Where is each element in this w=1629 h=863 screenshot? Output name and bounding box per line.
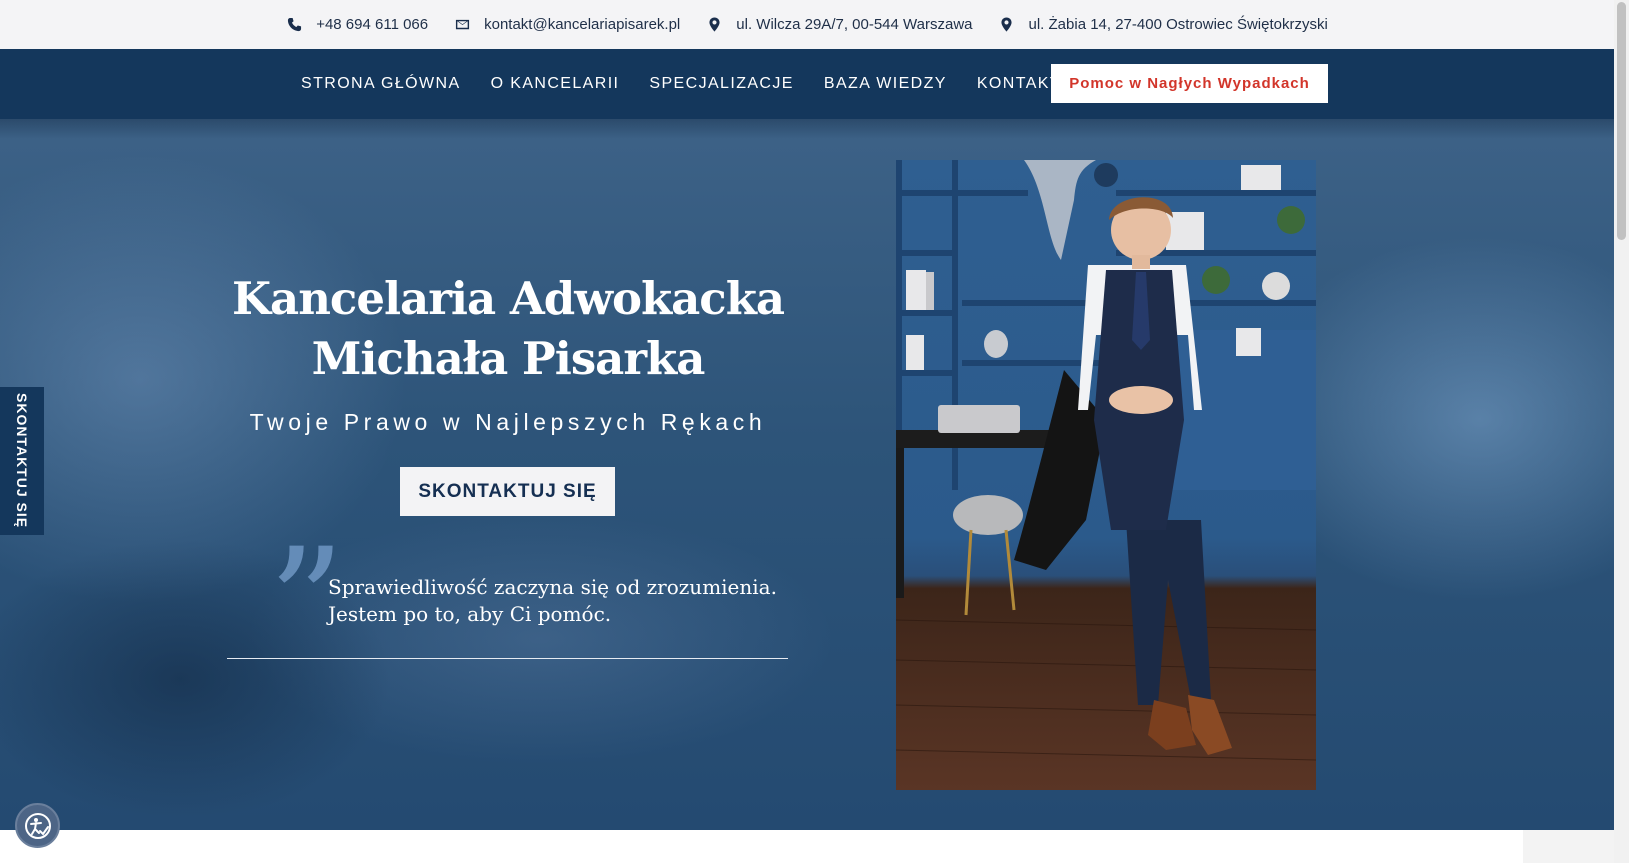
main-navigation: STRONA GŁÓWNA O KANCELARII SPECJALIZACJE… [0,49,1614,119]
quote-line-1: Sprawiedliwość zaczyna się od zrozumieni… [328,575,777,599]
hero-section: Kancelaria Adwokacka Michała Pisarka Two… [0,119,1614,830]
envelope-icon [454,17,470,33]
address-ostrowiec-text: ul. Żabia 14, 27-400 Ostrowiec Świętokrz… [1028,16,1328,33]
nav-links: STRONA GŁÓWNA O KANCELARII SPECJALIZACJE… [301,49,1061,119]
quote-divider [227,658,788,659]
address-warsaw-text: ul. Wilcza 29A/7, 00-544 Warszawa [736,16,973,33]
quote-line-2: Jestem po to, aby Ci pomóc. [328,602,612,626]
map-pin-icon [706,17,722,33]
phone-icon [286,17,302,33]
top-contact-bar: +48 694 611 066 kontakt@kancelariapisare… [0,0,1614,49]
nav-item-about[interactable]: O KANCELARII [491,75,620,93]
phone-text: +48 694 611 066 [316,16,429,33]
nav-item-specializations[interactable]: SPECJALIZACJE [649,75,793,93]
email-text: kontakt@kancelariapisarek.pl [484,16,681,33]
contact-address-warsaw[interactable]: ul. Wilcza 29A/7, 00-544 Warszawa [706,16,973,33]
contact-button[interactable]: SKONTAKTUJ SIĘ [400,467,615,516]
map-pin-icon [999,17,1015,33]
nav-item-contact[interactable]: KONTAKT [977,75,1061,93]
page-scrollbar[interactable] [1614,0,1629,863]
contact-phone[interactable]: +48 694 611 066 [286,16,428,33]
side-contact-tab[interactable]: SKONTAKTUJ SIĘ [0,387,44,535]
nav-item-knowledge-base[interactable]: BAZA WIEDZY [824,75,947,93]
scrollbar-thumb[interactable] [1617,2,1626,240]
lawyer-portrait [896,160,1316,790]
title-line-1: Kancelaria Adwokacka [231,272,785,325]
below-fold-strip [1523,830,1614,863]
nav-item-home[interactable]: STRONA GŁÓWNA [301,75,461,93]
accessibility-icon [24,812,51,839]
side-contact-tab-label: SKONTAKTUJ SIĘ [14,393,30,529]
hero-subtitle: Twoje Prawo w Najlepszych Rękach [249,409,767,435]
title-line-2: Michała Pisarka [311,332,706,385]
contact-address-ostrowiec[interactable]: ul. Żabia 14, 27-400 Ostrowiec Świętokrz… [999,16,1328,33]
accessibility-button[interactable] [15,803,60,848]
page-title: Kancelaria Adwokacka Michała Pisarka [170,269,846,389]
contact-email[interactable]: kontakt@kancelariapisarek.pl [454,16,680,33]
emergency-help-button[interactable]: Pomoc w Nagłych Wypadkach [1051,64,1328,103]
hero-quote: Sprawiedliwość zaczyna się od zrozumieni… [328,574,788,628]
